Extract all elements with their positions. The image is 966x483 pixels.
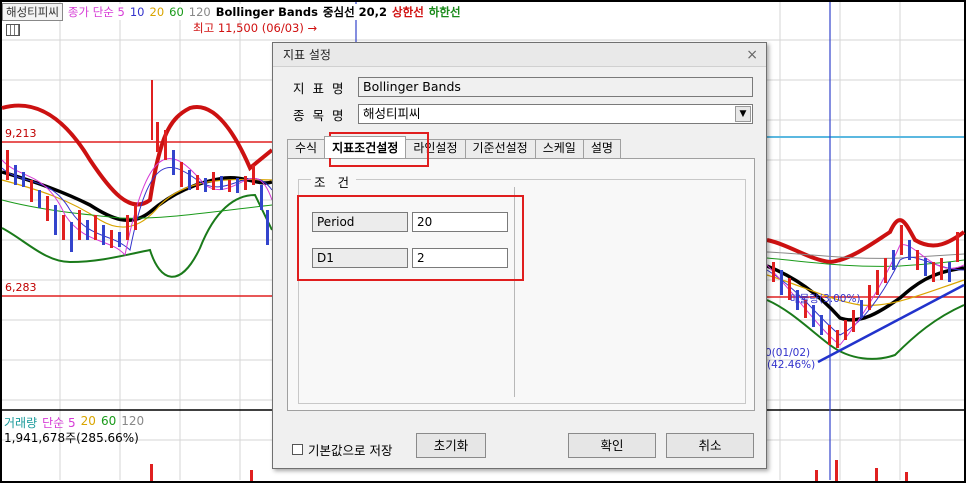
tab-description[interactable]: 설명 xyxy=(582,139,621,158)
volume-value: 1,941,678주(285.66%) xyxy=(4,431,139,445)
param-input-d1[interactable]: 2 xyxy=(412,248,508,268)
price-lower-label: 6,283 xyxy=(5,281,37,294)
chart-legend: 해성티피씨 종가 단순 5 10 20 60 120 Bollinger Ban… xyxy=(2,3,465,21)
group-divider xyxy=(514,187,515,397)
lower-band-label: 하한선 xyxy=(428,5,461,19)
tab-baseline-settings[interactable]: 기준선설정 xyxy=(464,139,536,158)
ok-button[interactable]: 확인 xyxy=(568,433,656,458)
item-name-value: 해성티피씨 xyxy=(363,106,421,121)
condition-group-label: 조 건 xyxy=(311,172,356,191)
cancel-button[interactable]: 취소 xyxy=(666,433,754,458)
reset-button[interactable]: 초기화 xyxy=(416,433,486,458)
low-date-annotation: 0(01/02) xyxy=(765,347,811,359)
checkbox-box[interactable] xyxy=(292,444,303,455)
param-input-period[interactable]: 20 xyxy=(412,212,508,232)
dialog-titlebar[interactable]: 지표 설정 × xyxy=(273,43,766,67)
indicator-settings-dialog: 지표 설정 × 지 표 명 Bollinger Bands 종 목 명 해성티피… xyxy=(272,42,767,469)
item-name-select[interactable]: 해성티피씨 ▼ xyxy=(358,104,753,124)
high-price-label: 최고 11,500 (06/03) → xyxy=(193,21,318,35)
ma-legend-3: 60 xyxy=(169,5,184,19)
upper-band-label: 상한선 xyxy=(392,5,424,19)
indicator-name-label: 지 표 명 xyxy=(293,81,346,96)
tab-formula[interactable]: 수식 xyxy=(287,139,326,158)
dialog-title: 지표 설정 xyxy=(283,48,331,62)
indicator-title: Bollinger Bands xyxy=(215,5,318,19)
indicator-name-field: Bollinger Bands xyxy=(358,77,753,97)
chevron-down-icon[interactable]: ▼ xyxy=(735,106,751,122)
item-name-label: 종 목 명 xyxy=(293,108,346,123)
stock-name-label[interactable]: 해성티피씨 xyxy=(2,3,63,21)
tab-scale[interactable]: 스케일 xyxy=(534,139,584,158)
ma-legend-0: 종가 단순 5 xyxy=(67,5,125,19)
param-label-d1: D1 xyxy=(312,248,408,268)
tab-line-settings[interactable]: 라인설정 xyxy=(405,139,466,158)
condition-tab-panel: 조 건 Period 20 D1 2 xyxy=(287,158,755,411)
default-save-label: 기본값으로 저장 xyxy=(308,443,393,458)
low-pct-annotation: (42.46%) xyxy=(767,359,816,371)
supply-annotation: 매물량(3.00%) xyxy=(790,293,861,305)
tab-condition-settings[interactable]: 지표조건설정 xyxy=(324,136,407,158)
ma-legend-2: 20 xyxy=(149,5,165,19)
price-upper-label: 9,213 xyxy=(5,127,37,140)
settings-tabs: 수식 지표조건설정 라인설정 기준선설정 스케일 설명 xyxy=(287,136,621,158)
default-save-checkbox[interactable]: 기본값으로 저장 xyxy=(292,440,392,459)
close-icon[interactable]: × xyxy=(746,47,758,63)
indicator-sub: 중심선 20,2 xyxy=(322,5,388,19)
ma-legend-1: 10 xyxy=(129,5,145,19)
grid-icon[interactable] xyxy=(6,24,20,36)
ma-legend-4: 120 xyxy=(188,5,211,19)
condition-groupbox: 조 건 Period 20 D1 2 xyxy=(298,172,746,404)
param-label-period: Period xyxy=(312,212,408,232)
